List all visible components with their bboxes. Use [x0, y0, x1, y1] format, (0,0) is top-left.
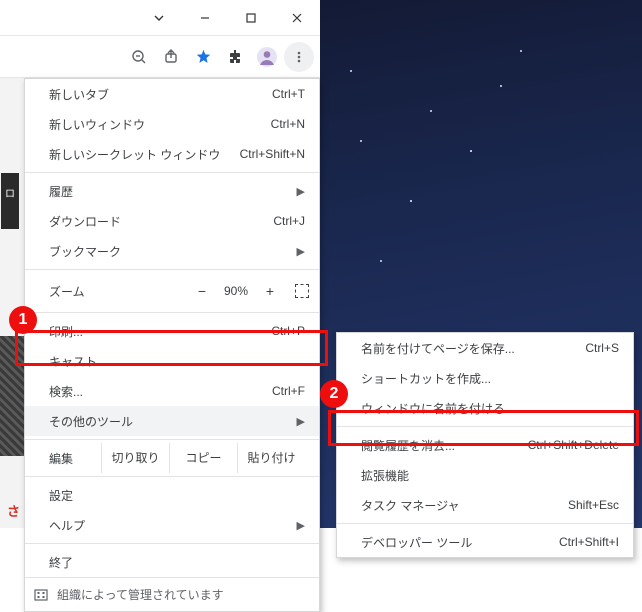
share-icon[interactable]	[156, 42, 186, 72]
menu-item-downloads[interactable]: ダウンロード Ctrl+J	[25, 206, 319, 236]
cropped-page-image	[0, 336, 24, 456]
menu-shortcut: Ctrl+Shift+N	[240, 147, 305, 161]
menu-separator	[25, 312, 319, 313]
menu-item-new-tab[interactable]: 新しいタブ Ctrl+T	[25, 79, 319, 109]
menu-shortcut: Ctrl+P	[271, 324, 305, 338]
zoom-out-button[interactable]: −	[185, 283, 219, 299]
menu-item-bookmarks[interactable]: ブックマーク ▶	[25, 236, 319, 266]
cropped-page-tile: ロ	[1, 173, 19, 229]
submenu-item-name-window[interactable]: ウィンドウに名前を付ける...	[337, 393, 633, 423]
menu-separator	[25, 543, 319, 544]
menu-label: 設定	[49, 487, 305, 504]
menu-label: キャスト...	[49, 353, 305, 370]
tab-dropdown-icon[interactable]	[136, 0, 182, 36]
menu-shortcut: Ctrl+T	[272, 87, 305, 101]
menu-shortcut: Shift+Esc	[568, 498, 619, 512]
edit-cut-button[interactable]: 切り取り	[101, 443, 169, 473]
kebab-menu-icon[interactable]	[284, 42, 314, 72]
menu-label: 検索...	[49, 383, 264, 400]
menu-label: 終了	[49, 554, 305, 571]
menu-separator	[25, 476, 319, 477]
zoom-in-button[interactable]: +	[253, 283, 287, 299]
submenu-arrow-icon: ▶	[297, 415, 305, 428]
menu-item-settings[interactable]: 設定	[25, 480, 319, 510]
menu-separator	[337, 523, 633, 524]
menu-shortcut: Ctrl+Shift+Delete	[528, 438, 619, 452]
menu-item-more-tools[interactable]: その他のツール ▶	[25, 406, 319, 436]
menu-item-cast[interactable]: キャスト...	[25, 346, 319, 376]
close-button[interactable]	[274, 0, 320, 36]
menu-shortcut: Ctrl+F	[272, 384, 305, 398]
submenu-item-save-page[interactable]: 名前を付けてページを保存... Ctrl+S	[337, 333, 633, 363]
menu-separator	[25, 439, 319, 440]
menu-item-edit: 編集 切り取り コピー 貼り付け	[25, 443, 319, 473]
submenu-item-dev-tools[interactable]: デベロッパー ツール Ctrl+Shift+I	[337, 527, 633, 557]
extensions-icon[interactable]	[220, 42, 250, 72]
edit-paste-button[interactable]: 貼り付け	[237, 443, 305, 473]
menu-item-zoom: ズーム − 90% +	[25, 273, 319, 309]
maximize-button[interactable]	[228, 0, 274, 36]
submenu-item-extensions[interactable]: 拡張機能	[337, 460, 633, 490]
menu-label: 新しいシークレット ウィンドウ	[49, 146, 232, 163]
submenu-arrow-icon: ▶	[297, 245, 305, 258]
menu-shortcut: Ctrl+N	[271, 117, 305, 131]
submenu-item-task-manager[interactable]: タスク マネージャ Shift+Esc	[337, 490, 633, 520]
annotation-badge-1: 1	[9, 306, 37, 334]
zoom-value: 90%	[219, 284, 253, 298]
menu-item-exit[interactable]: 終了	[25, 547, 319, 577]
menu-item-print[interactable]: 印刷... Ctrl+P	[25, 316, 319, 346]
page-background-strip: ロ さ	[0, 78, 24, 528]
browser-toolbar	[0, 36, 320, 78]
submenu-item-create-shortcut[interactable]: ショートカットを作成...	[337, 363, 633, 393]
edit-label: 編集	[49, 450, 101, 467]
chrome-main-menu: 新しいタブ Ctrl+T 新しいウィンドウ Ctrl+N 新しいシークレット ウ…	[24, 78, 320, 612]
annotation-badge-2: 2	[320, 380, 348, 408]
menu-label: その他のツール	[49, 413, 289, 430]
menu-label: 名前を付けてページを保存...	[361, 340, 577, 357]
zoom-indicator-icon[interactable]	[124, 42, 154, 72]
submenu-arrow-icon: ▶	[297, 185, 305, 198]
menu-label: ヘルプ	[49, 517, 289, 534]
menu-label: タスク マネージャ	[361, 497, 560, 514]
managed-org-icon	[31, 585, 51, 605]
zoom-label: ズーム	[49, 283, 185, 300]
minimize-button[interactable]	[182, 0, 228, 36]
fullscreen-icon[interactable]	[295, 284, 309, 298]
menu-separator	[25, 172, 319, 173]
menu-separator	[337, 426, 633, 427]
menu-shortcut: Ctrl+Shift+I	[559, 535, 619, 549]
menu-label: 閲覧履歴を消去...	[361, 437, 520, 454]
edit-copy-button[interactable]: コピー	[169, 443, 237, 473]
submenu-arrow-icon: ▶	[297, 519, 305, 532]
menu-label: ダウンロード	[49, 213, 265, 230]
menu-shortcut: Ctrl+S	[585, 341, 619, 355]
menu-label: デベロッパー ツール	[361, 534, 551, 551]
window-controls	[0, 0, 320, 36]
submenu-item-clear-browsing-data[interactable]: 閲覧履歴を消去... Ctrl+Shift+Delete	[337, 430, 633, 460]
menu-label: 新しいウィンドウ	[49, 116, 263, 133]
menu-label: 新しいタブ	[49, 86, 264, 103]
menu-label: 印刷...	[49, 323, 263, 340]
profile-avatar-icon[interactable]	[252, 42, 282, 72]
menu-item-managed[interactable]: 組織によって管理されています	[25, 577, 319, 611]
menu-label: ブックマーク	[49, 243, 289, 260]
cropped-page-text: さ	[7, 501, 20, 520]
browser-window-frame	[0, 0, 320, 78]
menu-label: ショートカットを作成...	[361, 370, 619, 387]
menu-item-incognito[interactable]: 新しいシークレット ウィンドウ Ctrl+Shift+N	[25, 139, 319, 169]
menu-item-history[interactable]: 履歴 ▶	[25, 176, 319, 206]
managed-label: 組織によって管理されています	[57, 586, 224, 603]
menu-label: ウィンドウに名前を付ける...	[361, 400, 619, 417]
menu-item-find[interactable]: 検索... Ctrl+F	[25, 376, 319, 406]
more-tools-submenu: 名前を付けてページを保存... Ctrl+S ショートカットを作成... ウィン…	[336, 332, 634, 558]
menu-separator	[25, 269, 319, 270]
menu-label: 履歴	[49, 183, 289, 200]
menu-item-help[interactable]: ヘルプ ▶	[25, 510, 319, 540]
bookmark-star-icon[interactable]	[188, 42, 218, 72]
menu-label: 拡張機能	[361, 467, 619, 484]
menu-item-new-window[interactable]: 新しいウィンドウ Ctrl+N	[25, 109, 319, 139]
menu-shortcut: Ctrl+J	[273, 214, 305, 228]
